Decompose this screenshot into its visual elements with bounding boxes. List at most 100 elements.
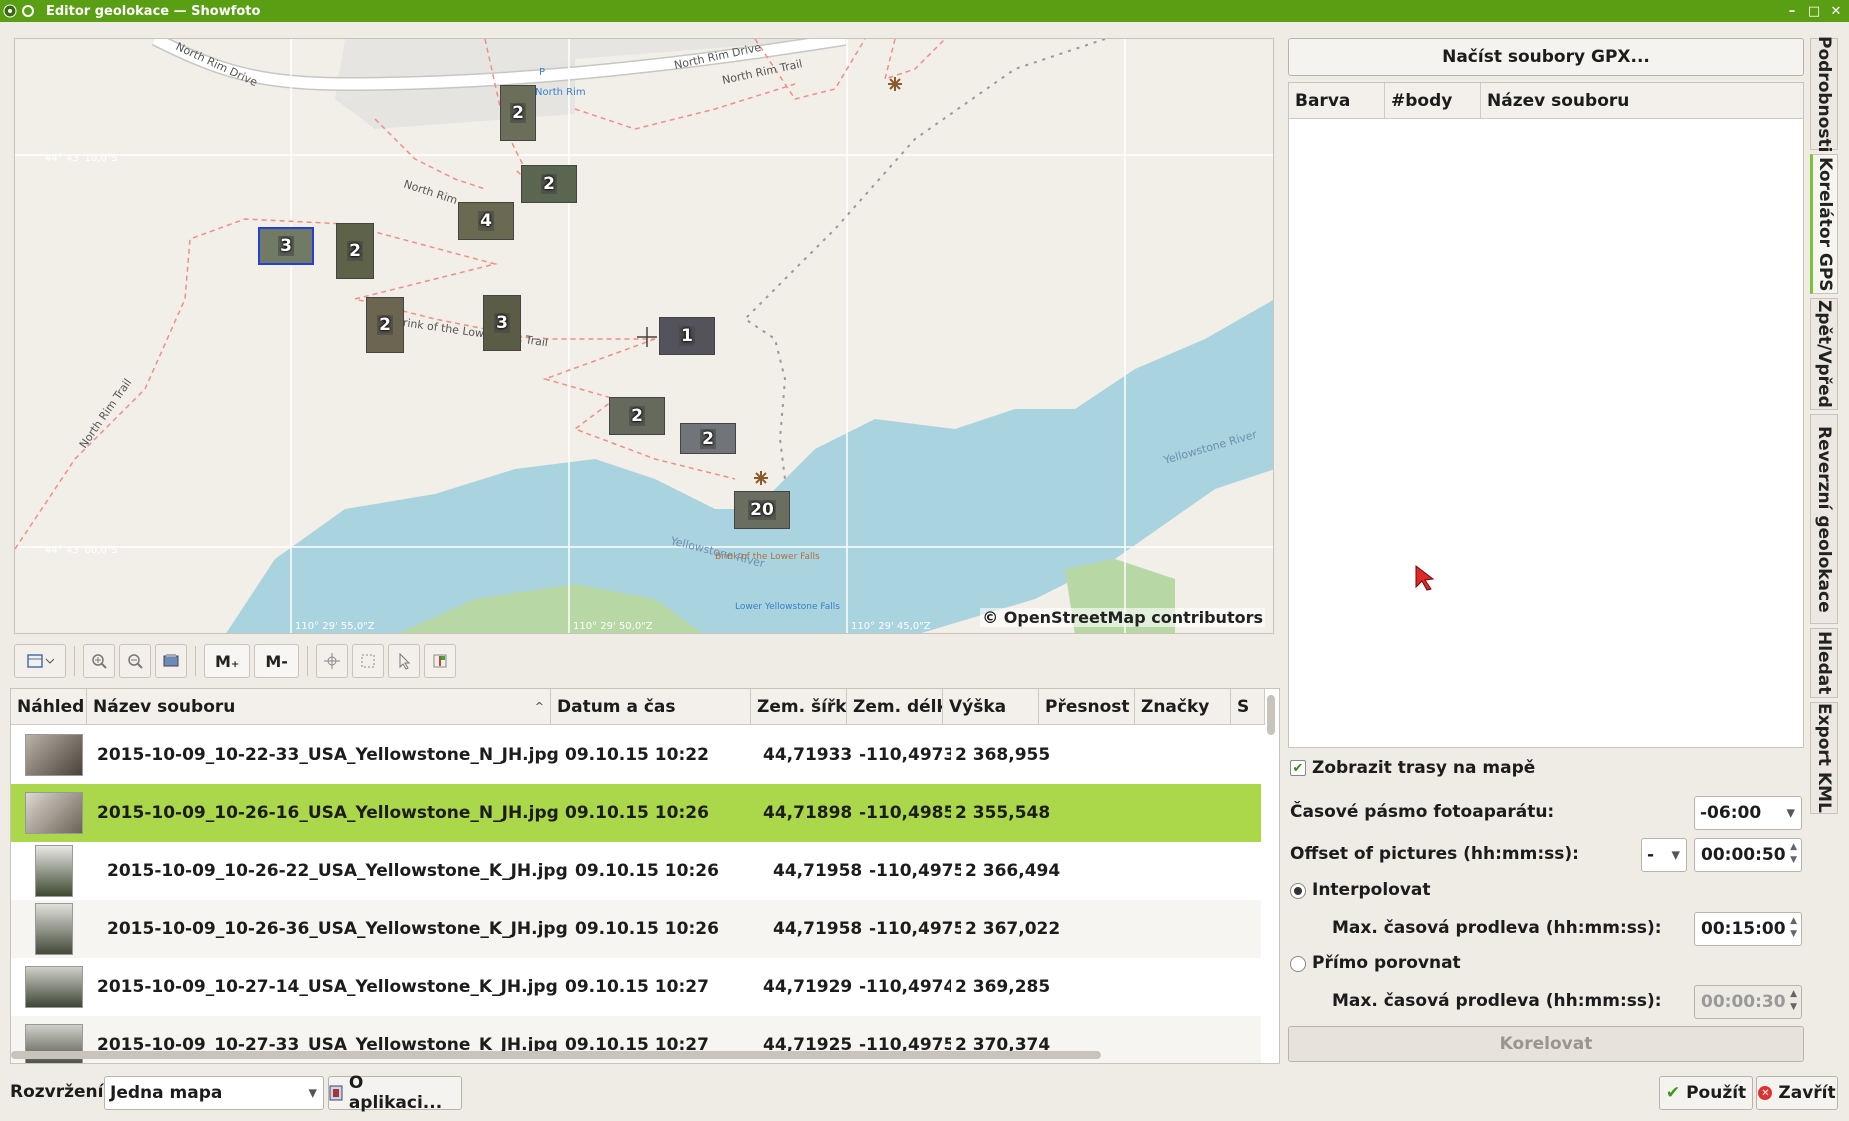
app-logo-icon xyxy=(329,1085,343,1101)
table-row[interactable]: 2015-10-09_10-27-14_USA_Yellowstone_K_JH… xyxy=(11,958,1261,1016)
coord-label: 110° 29' 55,0"Z xyxy=(295,621,375,632)
map-cluster[interactable]: 2 xyxy=(680,423,736,454)
map-cluster[interactable]: 2 xyxy=(366,297,404,353)
map-cluster[interactable]: 3 xyxy=(258,227,314,265)
layout-label: Rozvržení: xyxy=(10,1082,111,1102)
offset-sign-select[interactable]: - ▼ xyxy=(1641,838,1687,872)
cell-lon: -110,4985 xyxy=(859,803,951,823)
tab-export-kml[interactable]: Export KML xyxy=(1810,702,1838,814)
timezone-select[interactable]: -06:00 ▼ xyxy=(1694,796,1802,830)
maximize-icon[interactable]: □ xyxy=(1805,2,1823,20)
column-header[interactable]: Náhled xyxy=(11,689,87,724)
about-button[interactable]: O aplikaci... xyxy=(328,1073,462,1113)
fit-images-button[interactable] xyxy=(155,644,187,678)
show-tracks-label: Zobrazit trasy na mapě xyxy=(1312,758,1536,778)
map-label: Brink of the Lower Falls Trail xyxy=(395,315,549,349)
zoom-in-button[interactable] xyxy=(83,644,115,678)
check-icon: ✔ xyxy=(1665,1083,1681,1103)
load-gpx-button[interactable]: Načíst soubory GPX... xyxy=(1288,38,1804,76)
image-list[interactable]: Náhled Název souboru ^ Datum a čas Zem. š… xyxy=(10,688,1280,1064)
filter-icon xyxy=(433,654,447,668)
column-header[interactable]: Název souboru xyxy=(1481,83,1803,118)
marker-plus-button[interactable]: M₊ xyxy=(204,644,251,678)
table-row[interactable]: 2015-10-09_10-26-16_USA_Yellowstone_N_JH… xyxy=(11,784,1261,842)
cell-date: 09.10.15 10:26 xyxy=(565,803,709,823)
tab-reverse-geocoding[interactable]: Reverzní geolokace xyxy=(1810,414,1838,624)
select-pointer-button[interactable] xyxy=(387,644,420,678)
map-toolbar: M₊ M- xyxy=(14,642,456,680)
map-cluster[interactable]: 2 xyxy=(521,165,577,203)
max-gap-spinbox-2[interactable]: 00:00:30 ▲ ▼ xyxy=(1694,985,1802,1019)
direct-match-radio[interactable] xyxy=(1290,956,1306,972)
table-row[interactable]: 2015-10-09_10-26-22_USA_Yellowstone_K_JH… xyxy=(11,842,1261,900)
column-header[interactable]: Zem. šířka xyxy=(751,689,847,724)
select-area-button[interactable] xyxy=(351,644,384,678)
minimize-icon[interactable]: – xyxy=(1783,2,1801,20)
cell-alt: 2 355,548 xyxy=(955,803,1051,823)
filter-button[interactable] xyxy=(423,644,456,678)
map-config-button[interactable] xyxy=(14,644,66,678)
cell-lon: -110,4975 xyxy=(869,861,961,881)
gpx-file-list[interactable]: Barva #body Název souboru xyxy=(1288,82,1804,748)
column-header[interactable]: S xyxy=(1231,689,1265,724)
cell-filename: 2015-10-09_10-26-16_USA_Yellowstone_N_JH… xyxy=(97,803,559,823)
spin-arrows-icon: ▲ ▼ xyxy=(1790,842,1797,865)
map-label: North Rim xyxy=(402,177,459,207)
map-cluster[interactable]: 4 xyxy=(458,202,514,240)
column-header[interactable]: #body xyxy=(1385,83,1481,118)
move-icon xyxy=(323,653,340,669)
column-header[interactable]: Datum a čas xyxy=(551,689,751,724)
map-cluster[interactable]: 1 xyxy=(659,317,715,355)
offset-spinbox[interactable]: 00:00:50 ▲ ▼ xyxy=(1694,838,1802,872)
sort-ascending-icon: ^ xyxy=(534,700,544,713)
tab-gps-correlator[interactable]: Korelátor GPS xyxy=(1810,154,1838,294)
table-row[interactable]: 2015-10-09_10-22-33_USA_Yellowstone_N_JH… xyxy=(11,726,1261,784)
map-cluster[interactable]: 3 xyxy=(483,295,521,351)
cell-filename: 2015-10-09_10-27-14_USA_Yellowstone_K_JH… xyxy=(97,977,558,997)
app-icon xyxy=(2,3,18,19)
cell-alt: 2 367,022 xyxy=(965,919,1061,939)
interpolate-radio[interactable] xyxy=(1290,883,1306,899)
close-window-icon[interactable]: ✕ xyxy=(1827,2,1845,20)
tab-details[interactable]: Podrobnosti xyxy=(1810,36,1838,152)
timezone-label: Časové pásmo fotoaparátu: xyxy=(1290,802,1555,822)
map-label: North Rim Drive xyxy=(174,40,260,89)
map-cluster[interactable]: 2 xyxy=(500,85,536,141)
thumbnail xyxy=(35,903,73,955)
map-label: North Rim xyxy=(535,87,586,98)
table-row[interactable]: 2015-10-09_10-26-36_USA_Yellowstone_K_JH… xyxy=(11,900,1261,958)
title-bar: Editor geolokace — Showfoto – □ ✕ xyxy=(0,0,1849,22)
zoom-out-button[interactable] xyxy=(119,644,151,678)
chevron-down-icon: ▼ xyxy=(1671,848,1680,862)
map-view[interactable]: North Rim Drive North Rim Drive North Ri… xyxy=(14,38,1274,634)
window-menu-icon[interactable] xyxy=(20,3,36,19)
cell-lon: -110,4975 xyxy=(869,919,961,939)
tab-search[interactable]: Hledat xyxy=(1810,628,1838,698)
column-header[interactable]: Výška xyxy=(943,689,1039,724)
direct-match-label: Přímo porovnat xyxy=(1312,953,1461,973)
horizontal-scrollbar[interactable] xyxy=(11,1051,1101,1059)
column-header[interactable]: Značky xyxy=(1135,689,1231,724)
map-label: North Rim Trail xyxy=(77,376,134,450)
apply-button[interactable]: ✔ Použít xyxy=(1659,1076,1753,1110)
column-header[interactable]: Název souboru ^ xyxy=(87,689,551,724)
cell-alt: 2 366,494 xyxy=(965,861,1061,881)
show-tracks-checkbox[interactable]: ✔ xyxy=(1290,760,1306,776)
cell-date: 09.10.15 10:26 xyxy=(575,861,719,881)
vertical-scrollbar[interactable] xyxy=(1267,695,1275,735)
map-cluster[interactable]: 2 xyxy=(336,223,374,279)
pan-mode-button[interactable] xyxy=(315,644,348,678)
column-header[interactable]: Zem. délka xyxy=(847,689,943,724)
correlate-button[interactable]: Korelovat xyxy=(1288,1026,1804,1062)
close-button[interactable]: ✕ Zavřít xyxy=(1756,1076,1838,1110)
marker-minus-button[interactable]: M- xyxy=(254,644,299,678)
max-gap-spinbox[interactable]: 00:15:00 ▲ ▼ xyxy=(1694,912,1802,946)
layout-select[interactable]: Jedna mapa ▼ xyxy=(104,1076,324,1110)
map-attribution[interactable]: © OpenStreetMap contributors xyxy=(980,608,1265,627)
column-header[interactable]: Přesnost xyxy=(1039,689,1135,724)
tab-undo-redo[interactable]: Zpět/Vpřed xyxy=(1810,298,1838,410)
map-cluster[interactable]: 2 xyxy=(609,397,665,435)
map-cluster[interactable]: 20 xyxy=(734,491,790,529)
toolbar-separator xyxy=(306,646,308,676)
column-header[interactable]: Barva xyxy=(1289,83,1385,118)
